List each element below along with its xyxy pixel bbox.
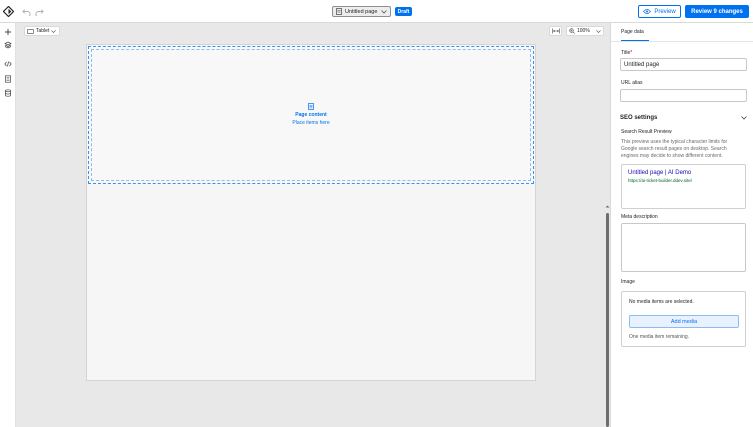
code-icon[interactable] (4, 60, 12, 68)
layers-icon[interactable] (4, 41, 12, 49)
tab-divider (611, 41, 753, 42)
serp-heading: Search Result Preview (621, 129, 672, 135)
logo-icon[interactable] (3, 6, 14, 17)
eye-icon (643, 9, 652, 14)
chevron-down-icon (51, 29, 57, 33)
left-rail (0, 23, 16, 427)
editor-canvas: Tablet 100% Page content Place items her… (16, 23, 610, 427)
chevron-down-icon (741, 116, 747, 120)
database-icon[interactable] (4, 89, 12, 97)
zoom-level: 100% (577, 28, 590, 34)
device-selector[interactable]: Tablet (24, 26, 60, 36)
seo-settings-heading: SEO settings (620, 115, 658, 121)
preview-button[interactable]: Preview (638, 5, 681, 18)
dropzone-label: Page content Place items here (89, 103, 533, 126)
serp-url: https://ai-ticket-builder.ddev.site/ (628, 178, 692, 183)
review-changes-button[interactable]: Review 9 changes (685, 5, 749, 18)
media-field: No media items are selected. Add media O… (621, 291, 746, 347)
url-alias-input[interactable] (620, 89, 747, 102)
status-badge: Draft (395, 7, 412, 16)
url-alias-label: URL alias (621, 80, 643, 86)
tab-page-data[interactable]: Page data (621, 29, 644, 39)
no-media-text: No media items are selected. (629, 299, 694, 305)
image-label: Image (621, 279, 635, 285)
preview-label: Preview (654, 8, 676, 15)
search-result-preview: Untitled page | AI Demo https://ai-ticke… (621, 164, 746, 209)
seo-settings-toggle[interactable]: SEO settings (620, 115, 747, 121)
plus-icon[interactable] (4, 28, 12, 36)
title-input-value: Untitled page (624, 61, 660, 68)
page-content-dropzone[interactable]: Page content Place items here (88, 46, 534, 184)
top-bar: Untitled page Draft Preview Review 9 cha… (0, 0, 753, 23)
device-label: Tablet (36, 28, 50, 34)
serp-description: This preview uses the typical character … (621, 139, 728, 159)
canvas-scrollbar[interactable] (606, 213, 609, 427)
page-preview: Page content Place items here (86, 44, 536, 381)
add-media-button[interactable]: Add media (629, 315, 739, 328)
dropzone-title: Page content (295, 112, 327, 118)
serp-title: Untitled page | AI Demo (628, 170, 692, 176)
required-mark: * (630, 50, 633, 56)
fit-width-button[interactable] (549, 26, 562, 36)
page-name: Untitled page (345, 8, 378, 15)
meta-description-label: Meta description (621, 214, 658, 220)
media-remaining-text: One media item remaining. (629, 334, 690, 340)
redo-icon[interactable] (35, 7, 44, 16)
title-input[interactable]: Untitled page (620, 58, 747, 71)
document-icon[interactable] (4, 75, 12, 83)
page-icon (336, 8, 342, 15)
zoom-selector[interactable]: 100% (566, 26, 604, 36)
title-label-text: Title (621, 50, 631, 56)
chevron-down-icon (381, 9, 387, 14)
undo-icon[interactable] (22, 7, 31, 16)
meta-description-textarea[interactable] (621, 223, 746, 272)
zoom-icon (569, 28, 575, 34)
fit-width-icon (551, 28, 560, 34)
page-selector[interactable]: Untitled page (332, 6, 391, 17)
right-sidebar: Page data Title* Untitled page URL alias… (610, 23, 753, 427)
dropzone-hint: Place items here (292, 120, 330, 126)
title-label: Title* (621, 50, 632, 56)
document-icon (308, 103, 314, 110)
tablet-icon (27, 28, 34, 34)
chevron-down-icon (596, 29, 601, 33)
